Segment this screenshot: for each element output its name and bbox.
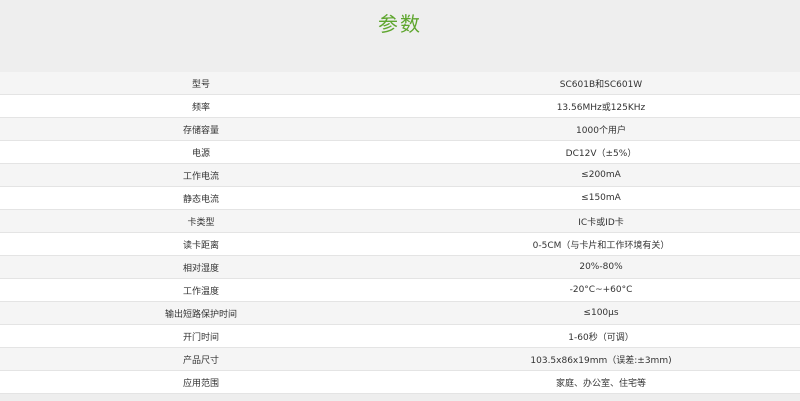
table-row: 型号 SC601B和SC601W (0, 72, 800, 95)
spec-label: 型号 (0, 72, 402, 95)
spec-label: 工作温度 (0, 278, 402, 302)
table-row: 读卡距离 0-5CM（与卡片和工作环境有关） (0, 232, 800, 256)
spec-label: 读卡距离 (0, 232, 402, 256)
table-row: 静态电流 ≤150mA (0, 186, 800, 210)
spec-value: ≤150mA (402, 186, 800, 210)
table-row: 工作电流 ≤200mA (0, 163, 800, 187)
table-row: 开门时间 1-60秒（可调） (0, 324, 800, 348)
spec-value: 1000个用户 (402, 117, 800, 141)
table-row: 频率 13.56MHz或125KHz (0, 94, 800, 118)
table-row: 相对湿度 20%-80% (0, 255, 800, 279)
spec-label: 存储容量 (0, 117, 402, 141)
table-row: 存储容量 1000个用户 (0, 117, 800, 141)
table-row: 产品尺寸 103.5x86x19mm（误差:±3mm) (0, 347, 800, 371)
spec-label: 开门时间 (0, 324, 402, 348)
page-title: 参数 (378, 12, 422, 36)
spec-label: 卡类型 (0, 209, 402, 233)
spec-label: 应用范围 (0, 370, 402, 394)
spec-label: 产品尺寸 (0, 347, 402, 371)
spec-label: 静态电流 (0, 186, 402, 210)
table-row: 电源 DC12V（±5%） (0, 140, 800, 164)
table-row: 输出短路保护时间 ≤100μs (0, 301, 800, 325)
spec-value: 13.56MHz或125KHz (402, 94, 800, 118)
spec-value: ≤100μs (402, 301, 800, 325)
table-row: 应用范围 家庭、办公室、住宅等 (0, 370, 800, 394)
spec-label: 频率 (0, 94, 402, 118)
spec-value: ≤200mA (402, 163, 800, 187)
spec-value: 0-5CM（与卡片和工作环境有关） (402, 232, 800, 256)
spec-value: 103.5x86x19mm（误差:±3mm) (402, 347, 800, 371)
spec-value: 家庭、办公室、住宅等 (402, 370, 800, 394)
spec-value: DC12V（±5%） (402, 140, 800, 164)
table-row: 卡类型 IC卡或ID卡 (0, 209, 800, 233)
spec-table: 型号 SC601B和SC601W 频率 13.56MHz或125KHz 存储容量… (0, 72, 800, 394)
spec-value: IC卡或ID卡 (402, 209, 800, 233)
spec-value: 20%-80% (402, 255, 800, 279)
spec-label: 相对湿度 (0, 255, 402, 279)
spec-label: 电源 (0, 140, 402, 164)
spec-label: 工作电流 (0, 163, 402, 187)
table-row: 工作温度 -20°C~+60°C (0, 278, 800, 302)
spec-value: 1-60秒（可调） (402, 324, 800, 348)
spec-value: -20°C~+60°C (402, 278, 800, 302)
header: 参数 (0, 0, 800, 72)
spec-label: 输出短路保护时间 (0, 301, 402, 325)
spec-value: SC601B和SC601W (402, 72, 800, 95)
